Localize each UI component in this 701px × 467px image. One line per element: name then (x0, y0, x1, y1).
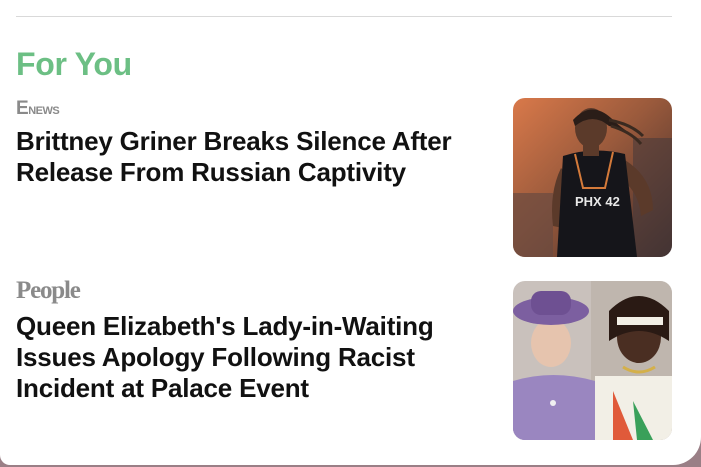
basketball-player-image: PHX 42 (513, 98, 672, 257)
story-headline[interactable]: Brittney Griner Breaks Silence After Rel… (16, 126, 496, 188)
enews-logo-rest: NEWS (28, 105, 60, 117)
section-title: For You (16, 46, 132, 82)
enews-logo-e: E (16, 98, 29, 119)
source-logo-people: People (16, 277, 81, 304)
top-divider (16, 16, 672, 17)
source-logo-enews: ENEWS (16, 98, 60, 120)
for-you-card: For You ENEWS Brittney Griner Breaks Sil… (0, 0, 701, 465)
story-headline[interactable]: Queen Elizabeth's Lady-in-Waiting Issues… (16, 311, 496, 404)
jersey-number: PHX 42 (575, 194, 620, 209)
story-thumbnail[interactable] (513, 281, 672, 440)
story-thumbnail[interactable]: PHX 42 (513, 98, 672, 257)
story-item[interactable]: People Queen Elizabeth's Lady-in-Waiting… (16, 277, 672, 441)
story-item[interactable]: ENEWS Brittney Griner Breaks Silence Aft… (16, 98, 672, 258)
portrait-pair-image (513, 281, 672, 440)
